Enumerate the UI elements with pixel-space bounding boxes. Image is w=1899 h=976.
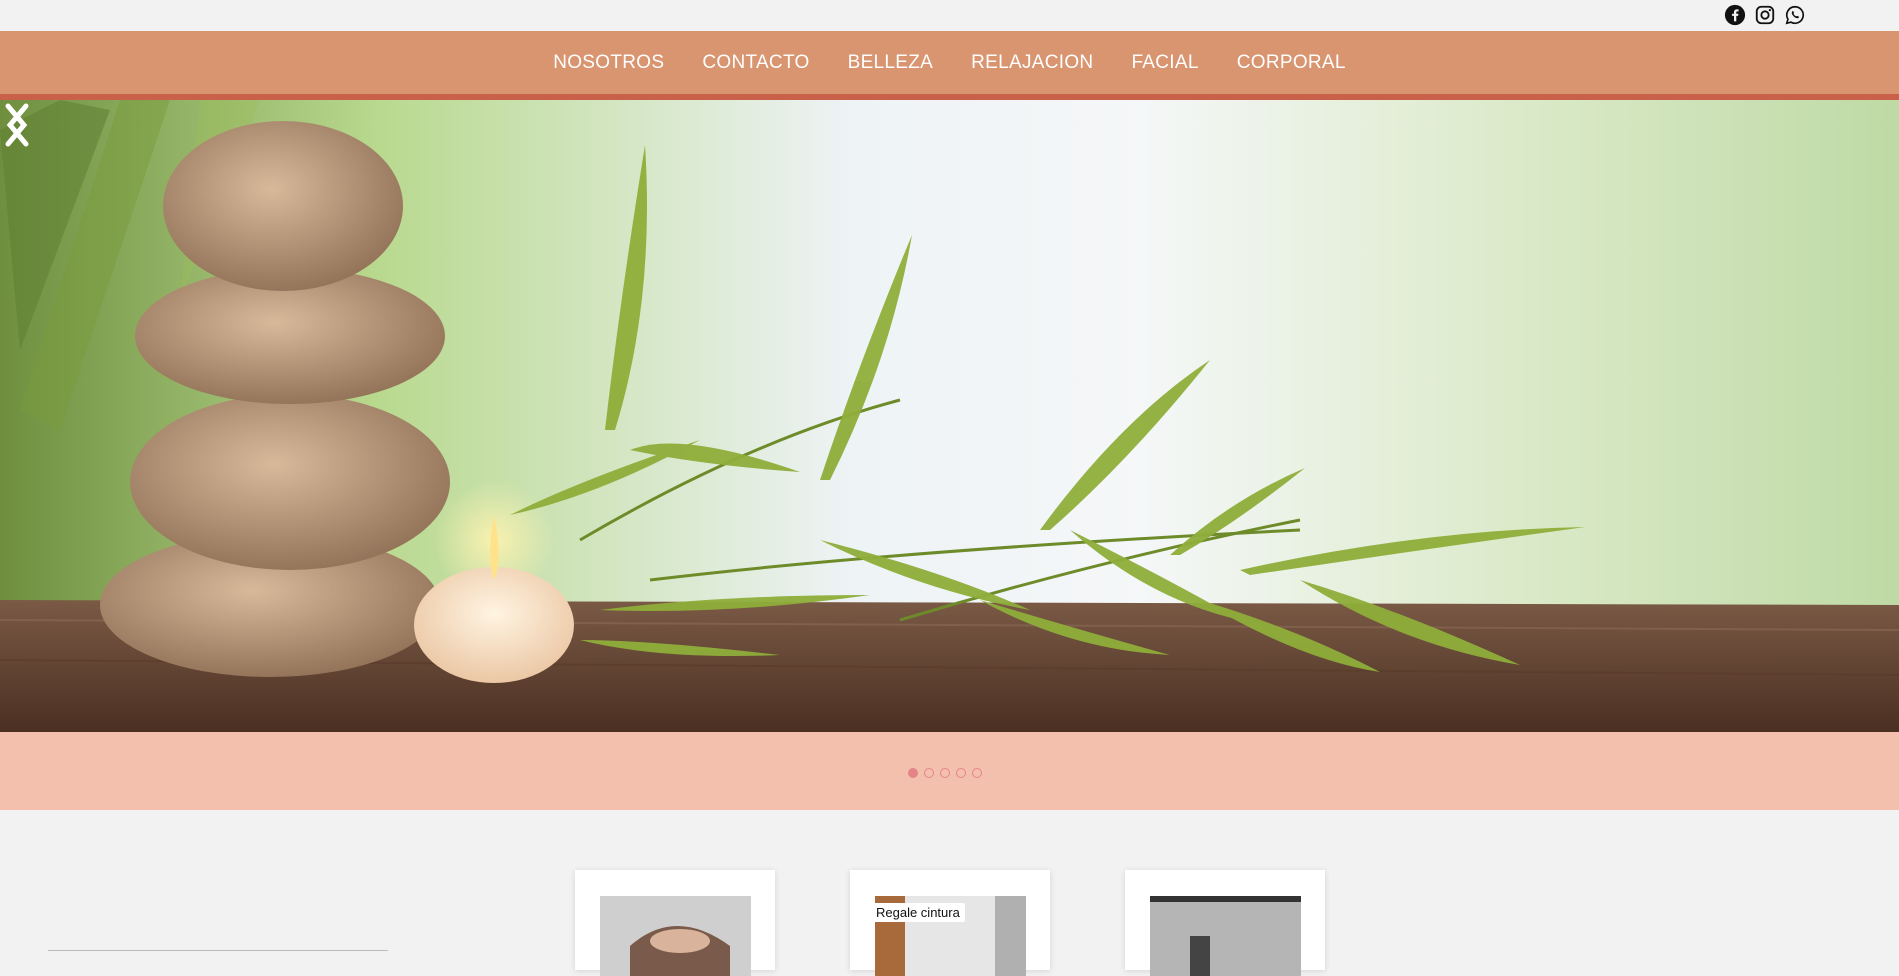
slider-dot-3[interactable] [940, 768, 950, 778]
nav-item-facial[interactable]: FACIAL [1131, 52, 1198, 74]
slider-pagination [908, 768, 982, 778]
nav-item-corporal[interactable]: CORPORAL [1237, 52, 1346, 74]
facebook-icon[interactable] [1724, 4, 1746, 26]
product-card-2-label: Regale cintura [871, 903, 965, 922]
nav-item-belleza[interactable]: BELLEZA [848, 52, 934, 74]
slider-dot-2[interactable] [924, 768, 934, 778]
whatsapp-icon[interactable] [1784, 4, 1806, 26]
product-card-2[interactable]: Regale cintura [850, 870, 1050, 976]
product-card-3-image [1150, 896, 1301, 976]
slider-dot-1[interactable] [908, 768, 918, 778]
slider-dot-4[interactable] [956, 768, 966, 778]
hero-image [0, 100, 1899, 732]
social-links [1724, 4, 1806, 26]
product-card-1-image [600, 896, 751, 976]
nav-item-contacto[interactable]: CONTACTO [702, 52, 809, 74]
top-bar [0, 0, 1899, 31]
slider-dot-5[interactable] [972, 768, 982, 778]
instagram-icon[interactable] [1754, 4, 1776, 26]
product-card-3[interactable] [1125, 870, 1325, 976]
nav-item-relajacion[interactable]: RELAJACION [971, 52, 1093, 74]
main-navigation: NOSOTROS CONTACTO BELLEZA RELAJACION FAC… [0, 31, 1899, 100]
product-card-1[interactable] [575, 870, 775, 976]
hero-slider [0, 100, 1899, 732]
slider-next-arrow[interactable] [0, 100, 30, 150]
divider [48, 950, 388, 951]
nav-item-nosotros[interactable]: NOSOTROS [553, 52, 664, 74]
